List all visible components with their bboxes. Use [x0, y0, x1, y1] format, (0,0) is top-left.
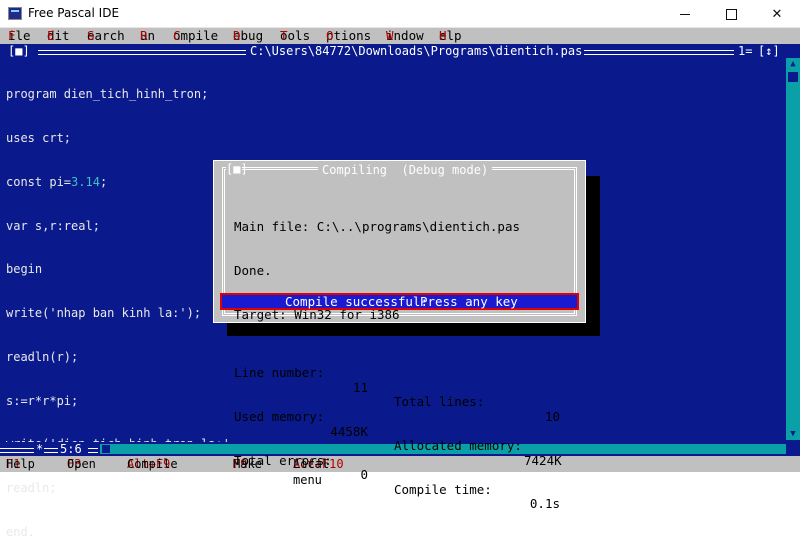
maximize-icon	[725, 8, 737, 20]
menu-search[interactable]: Search	[87, 28, 125, 44]
editor-file-path: C:\Users\84772\Downloads\Programs\dienti…	[248, 44, 585, 58]
menu-compile[interactable]: Compile	[173, 28, 218, 44]
frame-line	[88, 448, 98, 453]
main-file-row: Main file: C:\..\programs\dientich.pas	[234, 219, 520, 235]
compile-status-bar[interactable]: Compile successful: Press any key	[220, 293, 579, 310]
scroll-thumb[interactable]	[788, 72, 798, 82]
hscroll-thumb[interactable]	[102, 445, 110, 453]
compiling-dialog[interactable]: [■] Compiling (Debug mode) Main file: C:…	[213, 160, 586, 511]
stat-row: Line number: 11 Total lines: 10	[234, 365, 560, 424]
close-button[interactable]: ✕	[754, 0, 800, 28]
editor-close-box[interactable]: [■]	[8, 44, 30, 58]
menu-file[interactable]: File	[8, 28, 31, 44]
frame-line	[0, 448, 34, 453]
menu-bar: File Edit Search Run Compile Debug Tools…	[0, 28, 800, 44]
window-titlebar: Free Pascal IDE ✕	[0, 0, 800, 28]
dialog-title: Compiling (Debug mode)	[318, 163, 493, 177]
stat-row: Total errors: 0 Compile time: 0.1s	[234, 452, 560, 512]
menu-debug[interactable]: Debug	[233, 28, 263, 44]
window-title: Free Pascal IDE	[28, 6, 120, 20]
frame-line	[44, 448, 58, 453]
compile-status-text: Compile successful:	[285, 294, 428, 309]
menu-run[interactable]: Run	[140, 28, 155, 44]
minimize-button[interactable]	[662, 0, 708, 28]
minimize-icon	[680, 13, 690, 15]
close-icon: ✕	[771, 6, 783, 22]
menu-edit[interactable]: Edit	[47, 28, 70, 44]
menu-options[interactable]: Options	[326, 28, 371, 44]
editor-frame-top: [■] C:\Users\84772\Downloads\Programs\di…	[0, 44, 800, 58]
editor-window-number: 1=	[738, 44, 753, 58]
dialog-body: Main file: C:\..\programs\dientich.pas D…	[234, 191, 574, 512]
code-line: program dien_tich_hinh_tron;	[6, 87, 209, 102]
modified-marker: *	[36, 442, 44, 456]
maximize-button[interactable]	[708, 0, 754, 28]
app-icon	[8, 7, 22, 20]
scroll-up-icon[interactable]: ▲	[786, 58, 800, 70]
editor-zoom-box[interactable]: [↕]	[758, 44, 780, 58]
cursor-position: 5:6	[60, 442, 82, 456]
code-line: end.	[6, 525, 35, 539]
code-line: readln;	[6, 481, 57, 496]
menu-window[interactable]: Window	[386, 28, 424, 44]
press-any-key-prompt: Press any key	[420, 294, 518, 309]
vertical-scrollbar[interactable]: ▲ ▼	[786, 58, 800, 440]
scroll-down-icon[interactable]: ▼	[786, 428, 800, 440]
menu-help[interactable]: Help	[439, 28, 462, 44]
dialog-close-box[interactable]: [■]	[226, 163, 248, 175]
menu-tools[interactable]: Tools	[280, 28, 310, 44]
done-row: Done.	[234, 262, 272, 278]
frame-line	[38, 50, 246, 55]
stat-row: Used memory: 4458K Allocated memory: 742…	[234, 408, 562, 468]
code-line: uses crt;	[6, 130, 72, 145]
